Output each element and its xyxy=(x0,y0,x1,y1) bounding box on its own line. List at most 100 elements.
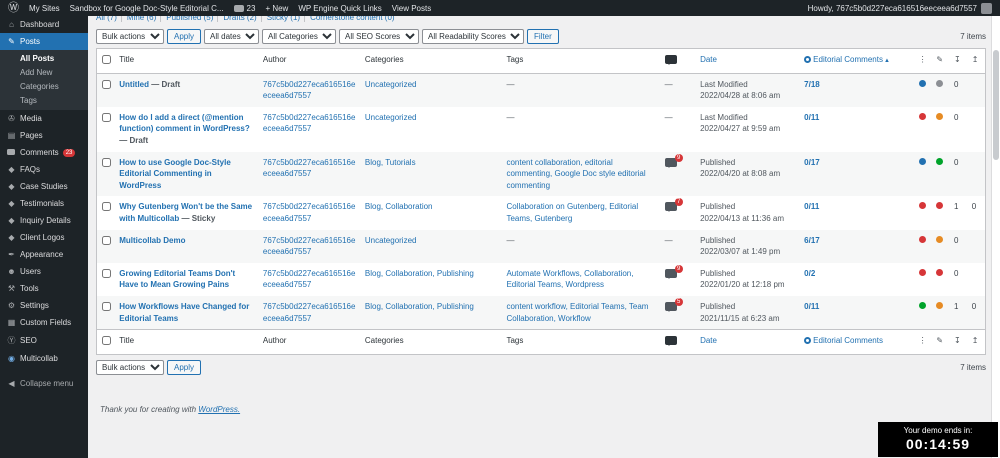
row-checkbox[interactable] xyxy=(102,202,111,212)
admin-bar-new[interactable]: + New xyxy=(265,4,288,13)
select-all-checkbox[interactable] xyxy=(102,55,111,64)
sidebar-item-tools[interactable]: ⚒ Tools xyxy=(0,280,88,297)
row-checkbox[interactable] xyxy=(102,268,111,278)
sidebar-item-faqs[interactable]: ◆ FAQs xyxy=(0,161,88,178)
categories-links[interactable]: Uncategorized xyxy=(365,80,417,89)
admin-bar-wpengine-quick-links[interactable]: WP Engine Quick Links xyxy=(298,4,381,13)
filter-view-sticky[interactable]: Sticky (1) xyxy=(260,16,301,22)
editorial-comments-link[interactable]: 0/2 xyxy=(804,269,815,278)
row-checkbox[interactable] xyxy=(102,301,111,311)
column-comments[interactable] xyxy=(660,329,697,355)
author-link[interactable]: 767c5b0d227eca616516eeceea6d7557 xyxy=(263,113,356,134)
filter-view-published[interactable]: Published (5) xyxy=(160,16,214,22)
editorial-comments-link[interactable]: 0/11 xyxy=(804,202,819,211)
author-link[interactable]: 767c5b0d227eca616516eeceea6d7557 xyxy=(263,80,356,101)
editorial-comments-link[interactable]: 0/11 xyxy=(804,113,819,122)
post-title-link[interactable]: How do I add a direct (@mention function… xyxy=(119,113,250,134)
row-checkbox[interactable] xyxy=(102,79,111,89)
categories-links[interactable]: Uncategorized xyxy=(365,113,417,122)
readability-scores-filter-select[interactable]: All Readability Scores xyxy=(422,29,525,44)
scrollbar-thumb[interactable] xyxy=(993,50,999,160)
sidebar-item-dashboard[interactable]: ⌂ Dashboard xyxy=(0,16,88,33)
sidebar-item-comments[interactable]: Comments 23 xyxy=(0,144,88,161)
sidebar-item-case-studies[interactable]: ◆ Case Studies xyxy=(0,178,88,195)
column-title[interactable]: Title xyxy=(115,329,259,355)
sidebar-item-inquiry-details[interactable]: ◆ Inquiry Details xyxy=(0,212,88,229)
editorial-comments-link[interactable]: 6/17 xyxy=(804,236,820,245)
author-link[interactable]: 767c5b0d227eca616516eeceea6d7557 xyxy=(263,302,356,323)
filter-view-drafts[interactable]: Drafts (2) xyxy=(217,16,257,22)
admin-bar-site-name[interactable]: Sandbox for Google Doc-Style Editorial C… xyxy=(70,4,224,13)
post-title-link[interactable]: Growing Editorial Teams Don't Have to Me… xyxy=(119,269,235,290)
column-editorial-comments[interactable]: Editorial Comments▲ xyxy=(800,48,915,74)
column-date[interactable]: Date xyxy=(696,48,801,74)
editorial-comments-link[interactable]: 0/11 xyxy=(804,302,819,311)
categories-links[interactable]: Blog, Collaboration, Publishing xyxy=(365,269,474,278)
submenu-add-new[interactable]: Add New xyxy=(0,65,88,79)
column-comments[interactable] xyxy=(660,48,697,74)
post-title-link[interactable]: Multicollab Demo xyxy=(119,236,185,245)
sidebar-item-custom-fields[interactable]: ▦ Custom Fields xyxy=(0,314,88,331)
post-title-link[interactable]: How Workflows Have Changed for Editorial… xyxy=(119,302,249,323)
column-editorial-comments[interactable]: Editorial Comments xyxy=(800,329,915,355)
comments-bubble-icon[interactable]: 9 xyxy=(664,153,683,168)
collapse-menu-button[interactable]: ◀ Collapse menu xyxy=(0,375,88,392)
bulk-actions-select-bottom[interactable]: Bulk actions xyxy=(96,359,164,375)
user-avatar[interactable] xyxy=(981,2,992,14)
sidebar-item-appearance[interactable]: ✒ Appearance xyxy=(0,246,88,263)
apply-button[interactable]: Apply xyxy=(167,29,202,44)
post-title-link[interactable]: How to use Google Doc-Style Editorial Co… xyxy=(119,158,231,190)
editorial-comments-link[interactable]: 7/18 xyxy=(804,80,820,89)
categories-filter-select[interactable]: All Categories xyxy=(262,29,337,44)
post-title-link[interactable]: Untitled xyxy=(119,80,149,89)
filter-view-cornerstone[interactable]: Cornerstone content (0) xyxy=(304,16,395,22)
comments-bubble-icon[interactable]: 7 xyxy=(664,198,683,213)
comments-bubble-icon[interactable]: 9 xyxy=(664,264,683,279)
submenu-all-posts[interactable]: All Posts xyxy=(0,51,88,65)
sidebar-item-pages[interactable]: ▤ Pages xyxy=(0,127,88,144)
column-title[interactable]: Title xyxy=(115,48,259,74)
submenu-tags[interactable]: Tags xyxy=(0,93,88,107)
admin-bar-howdy[interactable]: Howdy, 767c5b0d227eca616516eeceea6d7557 xyxy=(808,4,977,13)
tags-links[interactable]: Collaboration on Gutenberg, Editorial Te… xyxy=(506,202,638,223)
seo-scores-filter-select[interactable]: All SEO Scores xyxy=(339,29,420,44)
sidebar-item-media[interactable]: ✇ Media xyxy=(0,110,88,127)
wordpress-link[interactable]: WordPress. xyxy=(198,405,240,414)
author-link[interactable]: 767c5b0d227eca616516eeceea6d7557 xyxy=(263,158,356,179)
admin-bar-my-sites[interactable]: My Sites xyxy=(29,4,60,13)
row-checkbox[interactable] xyxy=(102,112,111,122)
filter-view-mine[interactable]: Mine (6) xyxy=(120,16,157,22)
dates-filter-select[interactable]: All dates xyxy=(204,29,260,44)
categories-links[interactable]: Blog, Collaboration xyxy=(365,202,433,211)
page-scrollbar[interactable] xyxy=(991,16,1000,458)
sidebar-item-settings[interactable]: ⚙ Settings xyxy=(0,297,88,314)
sidebar-item-client-logos[interactable]: ◆ Client Logos xyxy=(0,229,88,246)
tags-links[interactable]: content collaboration, editorial comment… xyxy=(506,158,645,190)
filter-view-all[interactable]: All (7) xyxy=(96,16,117,22)
categories-links[interactable]: Uncategorized xyxy=(365,236,417,245)
sidebar-item-testimonials[interactable]: ◆ Testimonials xyxy=(0,195,88,212)
submenu-categories[interactable]: Categories xyxy=(0,79,88,93)
sidebar-item-users[interactable]: ☻ Users xyxy=(0,263,88,280)
row-checkbox[interactable] xyxy=(102,157,111,167)
categories-links[interactable]: Blog, Collaboration, Publishing xyxy=(365,302,474,311)
sidebar-item-posts[interactable]: ✎ Posts xyxy=(0,33,88,50)
wordpress-logo-icon[interactable]: Ⓦ xyxy=(8,2,19,14)
categories-links[interactable]: Blog, Tutorials xyxy=(365,158,416,167)
sidebar-item-multicollab[interactable]: ◉ Multicollab xyxy=(0,350,88,367)
select-all-checkbox-bottom[interactable] xyxy=(102,336,111,346)
filter-button[interactable]: Filter xyxy=(527,29,559,44)
bulk-actions-select[interactable]: Bulk actions xyxy=(96,29,164,44)
author-link[interactable]: 767c5b0d227eca616516eeceea6d7557 xyxy=(263,202,356,223)
admin-bar-view-posts[interactable]: View Posts xyxy=(392,4,431,13)
admin-bar-comments[interactable]: 23 xyxy=(233,4,255,13)
editorial-comments-link[interactable]: 0/17 xyxy=(804,158,820,167)
apply-button-bottom[interactable]: Apply xyxy=(167,359,202,375)
tags-links[interactable]: Automate Workflows, Collaboration, Edito… xyxy=(506,269,633,290)
comments-bubble-icon[interactable]: 5 xyxy=(664,297,683,312)
row-checkbox[interactable] xyxy=(102,235,111,245)
column-date[interactable]: Date xyxy=(696,329,801,355)
sidebar-item-seo[interactable]: Ⓨ SEO xyxy=(0,331,88,350)
tags-links[interactable]: content workflow, Editorial Teams, Team … xyxy=(506,302,648,323)
author-link[interactable]: 767c5b0d227eca616516eeceea6d7557 xyxy=(263,269,356,290)
